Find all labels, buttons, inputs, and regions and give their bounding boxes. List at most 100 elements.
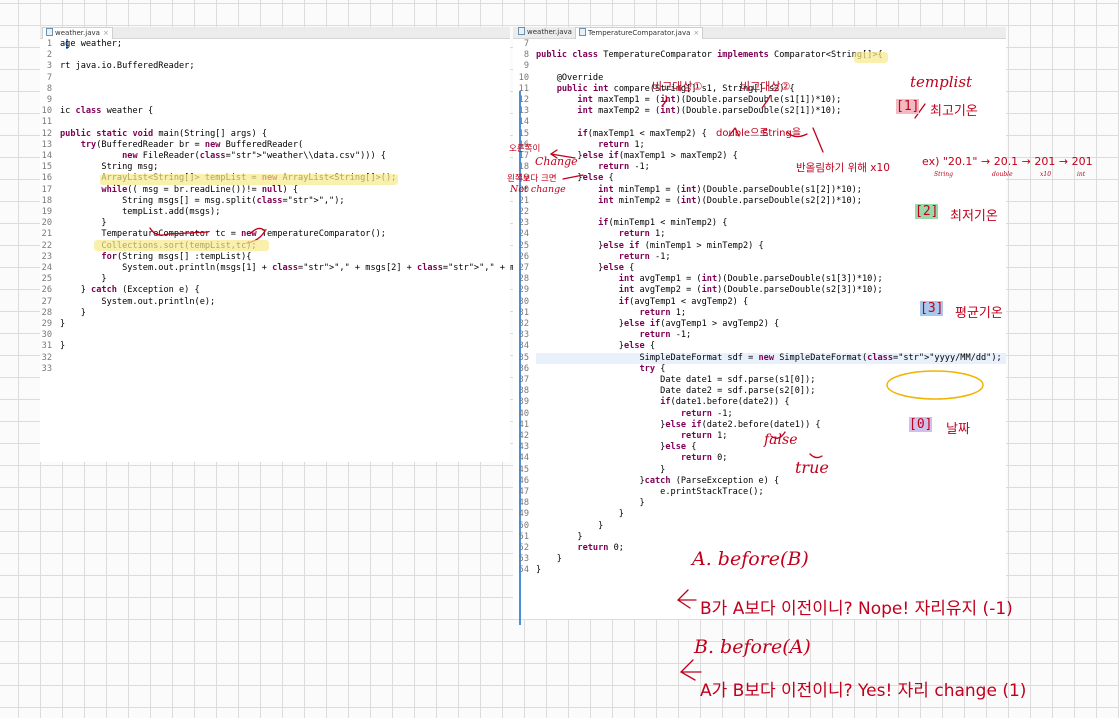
code-line: }else if(avgTemp1 > avgTemp2) {	[536, 319, 780, 329]
line-number: 40	[518, 408, 529, 419]
line-number: 52	[518, 543, 529, 553]
line-number: 47	[518, 487, 529, 497]
line-number: 19	[41, 207, 52, 217]
note-b-before-a: B. before(A)	[694, 636, 811, 658]
note-b-answer: A가 B보다 이전이니? Yes! 자리 change (1)	[700, 681, 1027, 701]
note-ex-int: int	[1077, 171, 1086, 178]
line-number: 43	[518, 442, 529, 453]
line-number: 24	[41, 263, 52, 273]
line-number: 53	[518, 554, 529, 565]
code-line: }	[60, 341, 66, 352]
tag-2: [2]	[915, 204, 939, 219]
close-tab-icon[interactable]: ×	[693, 29, 699, 37]
line-number: 26	[518, 251, 529, 262]
code-line: }	[536, 464, 666, 475]
code-line: }	[536, 531, 583, 542]
line-number: 16	[41, 173, 52, 184]
line-number: 14	[41, 151, 52, 161]
line-number: 27	[518, 263, 529, 273]
line-number: 38	[518, 386, 529, 397]
line-number: 25	[41, 274, 52, 285]
line-number: 32	[41, 352, 52, 363]
code-line: }else {	[536, 442, 697, 453]
code-line: age weather;	[60, 39, 123, 49]
line-number: 2	[46, 50, 52, 61]
code-line: Date date2 = sdf.parse(s2[0]);	[536, 386, 816, 397]
note-date: 날짜	[946, 422, 970, 437]
code-line: }	[536, 509, 624, 520]
line-number: 9	[523, 61, 529, 72]
code-line: String msg;	[60, 162, 159, 173]
code-line: rt java.io.BufferedReader;	[60, 61, 195, 72]
code-line: if(date1.before(date2)) {	[660, 397, 790, 408]
line-number: 28	[41, 307, 52, 318]
line-number: 44	[518, 453, 529, 464]
java-file-icon	[579, 28, 586, 36]
line-number: 31	[518, 307, 529, 318]
note-example: ex) "20.1" → 20.1 → 201 → 201	[922, 155, 1093, 168]
code-line: }	[536, 520, 604, 531]
line-number: 42	[518, 431, 529, 441]
line-number: 8	[46, 83, 52, 94]
code-line: return 1;	[598, 139, 645, 150]
line-number: 7	[46, 72, 52, 83]
code-line: int minTemp1 = (int)(Double.parseDouble(…	[598, 184, 862, 195]
line-number: 14	[518, 117, 529, 128]
note-a-before-b: A. before(B)	[692, 548, 809, 570]
line-number: 11	[41, 117, 52, 128]
code-line: }else {	[536, 263, 635, 273]
code-line: return 1;	[618, 229, 666, 240]
arrow-b	[679, 659, 702, 681]
code-line: return 1;	[680, 431, 728, 441]
line-number: 37	[518, 375, 529, 385]
note-right-side: 오른쪽이	[509, 144, 541, 154]
line-number: 32	[518, 319, 529, 329]
code-line: }	[60, 274, 107, 285]
code-line: Date date1 = sdf.parse(s1[0]);	[536, 375, 816, 385]
code-line: @Override	[536, 72, 604, 83]
code-line: while(( msg = br.readLine())!= null) {	[101, 184, 299, 195]
code-line: ic class weather {	[60, 106, 154, 117]
highlight-string	[854, 52, 888, 63]
code-line: }	[536, 554, 562, 565]
code-line: int maxTemp1 = (int)(Double.parseDouble(…	[577, 95, 842, 105]
line-number: 23	[41, 251, 52, 262]
note-min-temp: 최저기온	[950, 209, 998, 224]
note-compare2: 비교대상②	[740, 80, 791, 93]
highlight-arraylist	[100, 174, 398, 185]
line-number: 22	[518, 207, 529, 217]
line-number: 29	[518, 285, 529, 296]
line-number: 33	[41, 363, 52, 374]
note-compare1: 비교대상①	[652, 80, 703, 93]
note-ex-x10: x10	[1040, 171, 1052, 178]
tag-0: [0]	[909, 417, 933, 432]
line-number: 28	[518, 274, 529, 285]
line-number: 46	[518, 475, 529, 486]
note-max-temp: 최고기온	[930, 104, 978, 119]
code-line: public static void main(String[] args) {	[60, 128, 267, 139]
line-number: 21	[518, 195, 529, 206]
code-line: e.printStackTrace();	[536, 487, 764, 497]
code-line: }else if (minTemp1 > minTemp2) {	[536, 240, 764, 251]
tag-3: [3]	[920, 301, 944, 316]
close-tab-icon[interactable]: ×	[103, 29, 109, 37]
line-number: 39	[518, 397, 529, 408]
tab-weather-java[interactable]: weather.java ×	[42, 27, 113, 39]
tab-weather-java-2[interactable]: weather.java	[515, 27, 575, 38]
line-number: 41	[518, 419, 529, 430]
note-left-bigger: 왼쪽보다 크면	[507, 174, 557, 184]
code-line: return -1;	[618, 251, 671, 262]
code-line: tempList.add(msgs);	[60, 207, 221, 217]
line-number: 7	[523, 39, 529, 49]
line-number: 34	[518, 341, 529, 352]
note-string: String을	[762, 128, 802, 139]
tab-temperature-comparator[interactable]: TemperatureComparator.java ×	[575, 27, 704, 39]
code-line: }	[60, 218, 107, 229]
note-a-answer: B가 A보다 이전이니? Nope! 자리유지 (-1)	[700, 599, 1013, 619]
code-line: return 0;	[680, 453, 728, 464]
note-change: Change	[535, 155, 578, 168]
line-number: 30	[41, 330, 52, 341]
note-true: true	[795, 458, 829, 477]
line-number: 1	[46, 39, 52, 49]
code-line: new FileReader(class="str">"weather\\dat…	[122, 151, 386, 161]
